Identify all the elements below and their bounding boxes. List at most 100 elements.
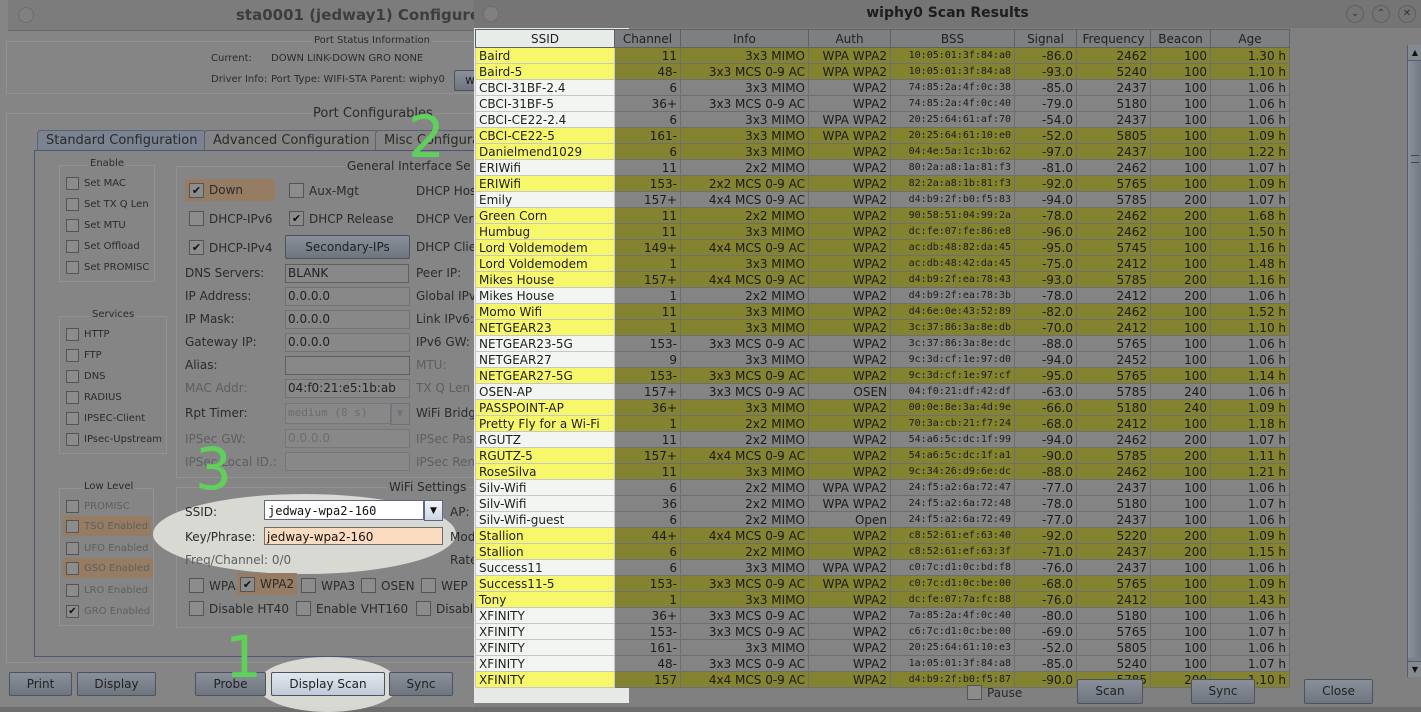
alias-input[interactable]	[285, 356, 410, 375]
table-row[interactable]: Success11-5 153- 3x3 MCS 0-9 AC WPA WPA2 c0:…	[475, 575, 1290, 592]
table-row[interactable]: CBCI-CE22-2.4 6 3x3 MIMO WPA WPA2 20:25:64:6…	[475, 111, 1290, 128]
set-offload-checkbox[interactable]: Set Offload	[66, 240, 140, 253]
checkbox-box[interactable]: ✔	[189, 240, 204, 255]
scrollbar-thumb[interactable]	[1408, 61, 1421, 658]
checkbox-box[interactable]	[66, 198, 79, 211]
checkbox-box[interactable]: ✔	[289, 211, 304, 226]
scroll-up-arrow-icon[interactable]: ▲	[1408, 45, 1421, 61]
set-promisc-checkbox[interactable]: Set PROMISC	[66, 261, 149, 274]
checkbox-box[interactable]	[66, 412, 79, 425]
table-row[interactable]: Baird-5 48- 3x3 MCS 0-9 AC WPA WPA2 10:05:01…	[475, 63, 1290, 80]
checkbox-box[interactable]	[66, 370, 79, 383]
column-header-signal[interactable]: Signal	[1014, 29, 1077, 48]
print-button[interactable]: Print	[9, 672, 72, 696]
table-row[interactable]: Danielmend1029 6 3x3 MIMO WPA2 04:4e:5a:1c:1…	[475, 143, 1290, 160]
column-header-age[interactable]: Age	[1210, 29, 1290, 48]
table-row[interactable]: ERIWifi 11 2x2 MIMO WPA2 80:2a:a8:1a:81:f3 -8…	[475, 159, 1290, 176]
table-row[interactable]: CBCI-31BF-5 36+ 3x3 MCS 0-9 AC WPA2 74:85:2a…	[475, 95, 1290, 112]
pause-checkbox[interactable]: Pause	[967, 685, 1022, 700]
minimize-icon[interactable]: ⌄	[1346, 5, 1364, 23]
checkbox-box[interactable]	[66, 349, 79, 362]
display-button[interactable]: Display	[77, 672, 156, 696]
checkbox-box[interactable]	[66, 433, 79, 446]
disable-ht40-checkbox[interactable]: Disable HT40	[189, 601, 289, 616]
column-header-bss[interactable]: BSS	[890, 29, 1015, 48]
table-row[interactable]: Humbug 11 3x3 MIMO WPA2 dc:fe:07:fe:86:e8 -96…	[475, 223, 1290, 240]
ipsec-gw-input[interactable]: 0.0.0.0	[285, 429, 410, 448]
table-row[interactable]: RoseSilva 11 3x3 MIMO WPA2 9c:34:26:d9:6e:dc…	[475, 463, 1290, 480]
table-row[interactable]: XFINITY 157 4x4 MCS 0-9 AC WPA2 d4:b9:2f:b0:…	[475, 671, 1290, 688]
sync-scan-button[interactable]: Sync	[1191, 679, 1255, 704]
set-mac-checkbox[interactable]: Set MAC	[66, 177, 126, 190]
table-row[interactable]: Baird 11 3x3 MIMO WPA WPA2 10:05:01:3f:84:a0…	[475, 47, 1290, 64]
checkbox-box[interactable]	[66, 261, 79, 274]
wpa2-checkbox[interactable]: ✔ WPA2	[237, 573, 298, 595]
checkbox-box[interactable]	[967, 685, 982, 700]
ufo-enabled-checkbox[interactable]: UFO Enabled	[66, 542, 149, 555]
table-row[interactable]: CBCI-31BF-2.4 6 3x3 MIMO WPA2 74:85:2a:4f:0c…	[475, 79, 1290, 96]
ip-address-input[interactable]: 0.0.0.0	[285, 287, 410, 306]
checkbox-box[interactable]	[66, 177, 79, 190]
table-row[interactable]: Mikes House 1 2x2 MIMO WPA2 d4:b9:2f:ea:78:3…	[475, 287, 1290, 304]
osen-checkbox[interactable]: OSEN	[361, 578, 415, 593]
gso-enabled-checkbox[interactable]: GSO Enabled	[63, 558, 153, 578]
checkbox-box[interactable]	[421, 578, 436, 593]
promisc-checkbox[interactable]: PROMISC	[66, 500, 130, 513]
table-row[interactable]: Silv-Wifi 36 2x2 MIMO WPA WPA2 24:f5:a2:6a:7…	[475, 495, 1290, 512]
column-header-frequency[interactable]: Frequency	[1076, 29, 1151, 48]
dhcp-ipv6-checkbox[interactable]: DHCP-IPv6	[189, 211, 272, 226]
ssid-combobox[interactable]: jedway-wpa2-160	[264, 500, 424, 520]
table-row[interactable]: XFINITY 153- 3x3 MCS 0-9 AC WPA2 c6:7c:d1:0c…	[475, 623, 1290, 640]
secondary-ips-button[interactable]: Secondary-IPs	[285, 235, 410, 259]
set-mtu-checkbox[interactable]: Set MTU	[66, 219, 126, 232]
checkbox-box[interactable]	[66, 391, 79, 404]
table-row[interactable]: Pretty Fly for a Wi-Fi 1 2x2 MIMO WPA2 70:3a…	[475, 415, 1290, 432]
table-row[interactable]: XFINITY 36+ 3x3 MCS 0-9 AC WPA2 7a:85:2a:4f:…	[475, 607, 1290, 624]
down-checkbox[interactable]: ✔ Down	[185, 179, 275, 201]
tab-advanced-configuration[interactable]: Advanced Configuration	[204, 130, 379, 151]
aux-mgt-checkbox[interactable]: Aux-Mgt	[289, 183, 359, 198]
checkbox-box[interactable]	[66, 542, 79, 555]
ipsec-local-id-input[interactable]	[285, 452, 410, 471]
checkbox-box[interactable]	[296, 601, 311, 616]
table-row[interactable]: Mikes House 157+ 4x4 MCS 0-9 AC WPA2 d4:b9:2…	[475, 271, 1290, 288]
table-row[interactable]: RGUTZ-5 157+ 4x4 MCS 0-9 AC WPA2 54:a6:5c:dc…	[475, 447, 1290, 464]
mac-addr-input[interactable]: 04:f0:21:e5:1b:ab	[285, 379, 410, 398]
checkbox-box[interactable]	[66, 584, 79, 597]
table-row[interactable]: OSEN-AP 157+ 3x3 MCS 0-9 AC OSEN 04:f0:21:df…	[475, 383, 1290, 400]
table-row[interactable]: Green Corn 11 2x2 MIMO WPA2 90:58:51:04:99:2…	[475, 207, 1290, 224]
checkbox-box[interactable]: ✔	[240, 576, 255, 592]
table-row[interactable]: Lord Voldemodem 1 3x3 MIMO WPA2 ac:db:48:42:…	[475, 255, 1290, 272]
gateway-ip-input[interactable]: 0.0.0.0	[285, 333, 410, 352]
checkbox-box[interactable]	[189, 211, 204, 226]
rpt-timer-select[interactable]: medium (8 s)	[285, 403, 392, 424]
scroll-down-arrow-icon[interactable]: ▼	[1408, 661, 1421, 677]
table-row[interactable]: Emily 157+ 4x4 MCS 0-9 AC WPA2 d4:b9:2f:b0:f…	[475, 191, 1290, 208]
close-button[interactable]: Close	[1304, 679, 1373, 704]
table-row[interactable]: Tony 1 3x3 MIMO WPA2 dc:fe:07:7a:fc:88 -76.0 2…	[475, 591, 1290, 608]
column-header-info[interactable]: Info	[680, 29, 809, 48]
tso-enabled-checkbox[interactable]: TSO Enabled	[63, 516, 151, 536]
gro-enabled-checkbox[interactable]: ✔ GRO Enabled	[66, 605, 150, 618]
table-row[interactable]: Momo Wifi 11 3x3 MIMO WPA2 d4:6e:0e:43:52:89…	[475, 303, 1290, 320]
close-icon[interactable]: ✕	[1398, 5, 1416, 23]
dhcp-ipv4-checkbox[interactable]: ✔ DHCP-IPv4	[189, 240, 272, 255]
checkbox-box[interactable]	[361, 578, 376, 593]
checkbox-box[interactable]	[66, 240, 79, 253]
radius-checkbox[interactable]: RADIUS	[66, 391, 122, 404]
table-row[interactable]: XFINITY 48- 3x3 MCS 0-9 AC WPA2 1a:05:01:3f:…	[475, 655, 1290, 672]
window-menu-icon[interactable]	[18, 7, 34, 23]
column-header-beacon[interactable]: Beacon	[1150, 29, 1211, 48]
ipsec-upstream-checkbox[interactable]: IPsec-Upstream	[66, 433, 162, 446]
tab-standard-configuration[interactable]: Standard Configuration	[37, 130, 207, 151]
wpa3-checkbox[interactable]: WPA3	[301, 578, 355, 593]
table-row[interactable]: PASSPOINT-AP 36+ 3x3 MIMO WPA2 00:0e:8e:3a:4…	[475, 399, 1290, 416]
checkbox-box[interactable]	[66, 219, 79, 232]
enable-vht160-checkbox[interactable]: Enable VHT160	[296, 601, 408, 616]
checkbox-box[interactable]: ✔	[66, 605, 79, 618]
dhcp-release-checkbox[interactable]: ✔ DHCP Release	[289, 211, 394, 226]
table-row[interactable]: NETGEAR27 9 3x3 MIMO WPA2 9c:3d:cf:1e:97:d0-…	[475, 351, 1290, 368]
checkbox-box[interactable]	[66, 561, 79, 575]
table-row[interactable]: Stallion 6 2x2 MIMO WPA2 c8:52:61:ef:63:3f -7…	[475, 543, 1290, 560]
scan-button[interactable]: Scan	[1077, 679, 1143, 704]
